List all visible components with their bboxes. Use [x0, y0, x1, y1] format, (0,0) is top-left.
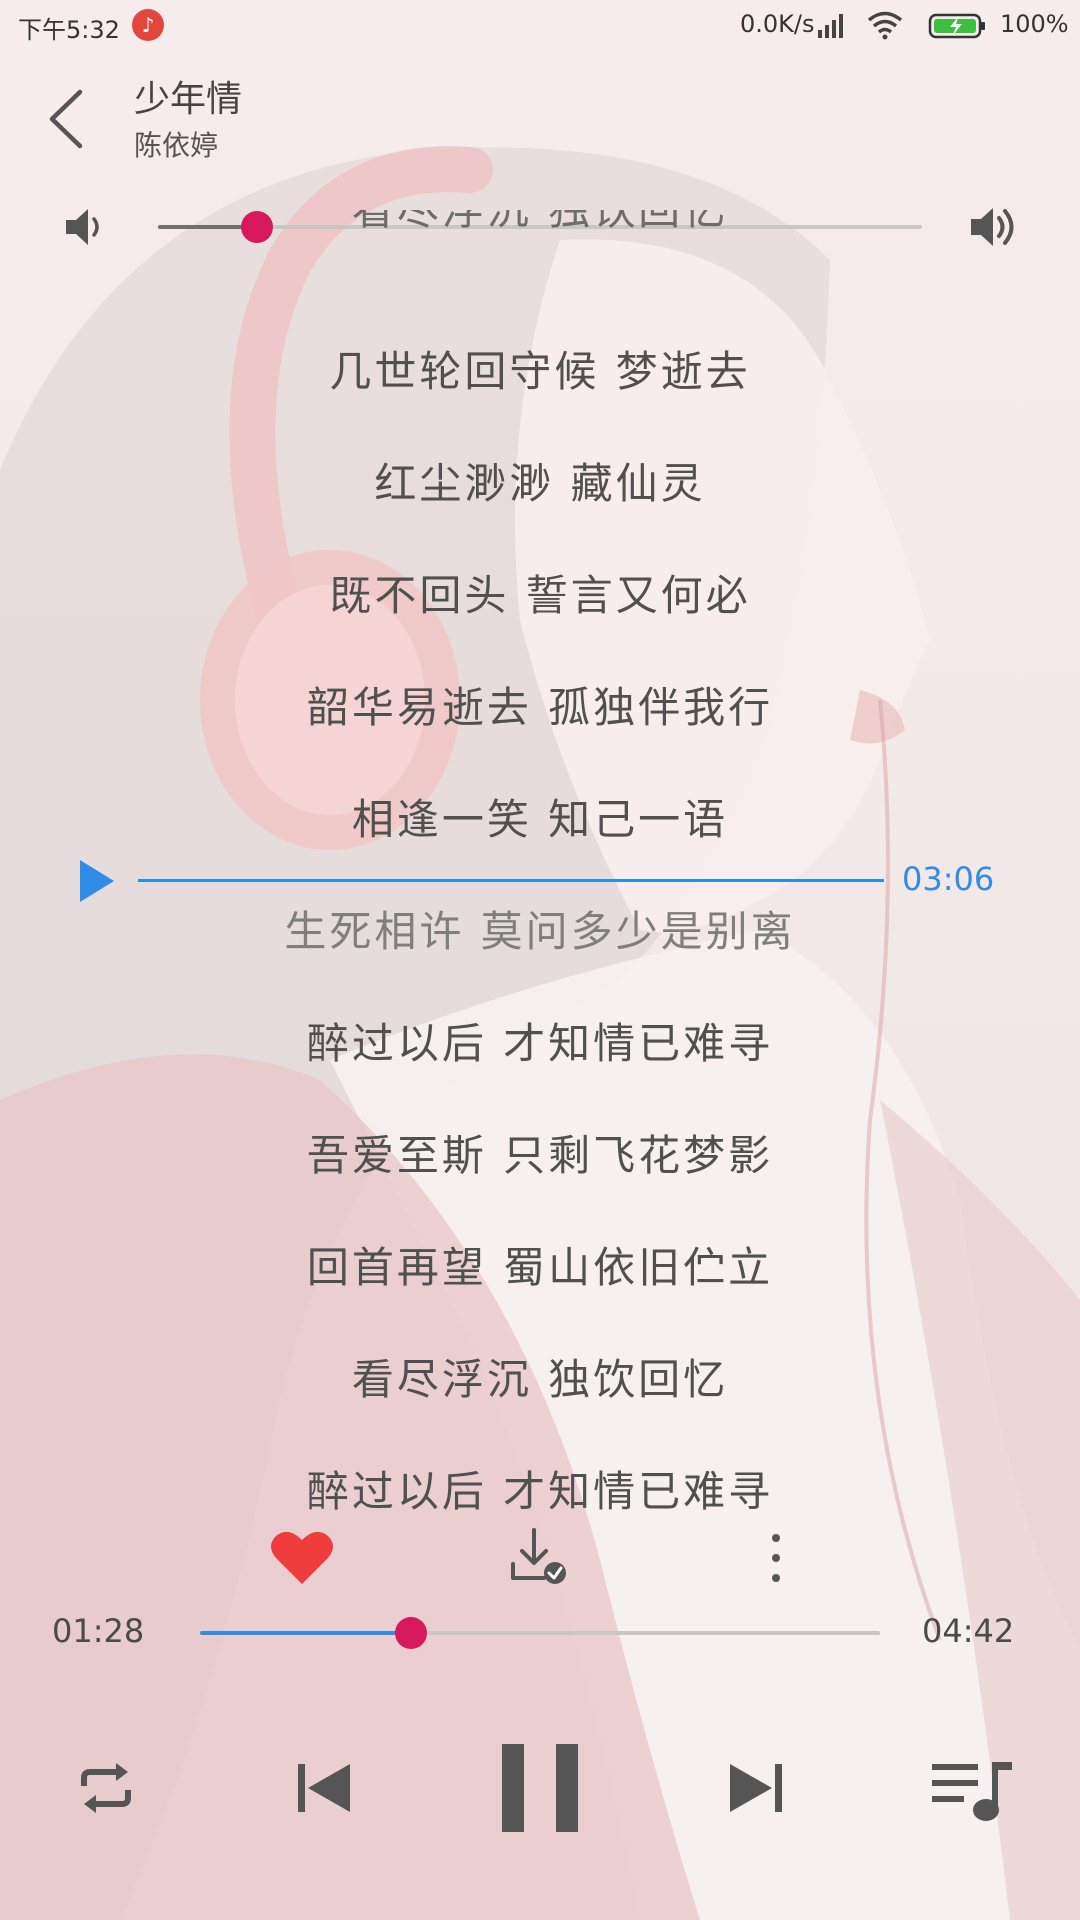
- play-icon[interactable]: [78, 858, 116, 904]
- skip-previous-icon[interactable]: [294, 1760, 354, 1816]
- lyric-line: 看尽浮沉 独饮回忆: [0, 210, 1080, 237]
- lyric-line: 相逢一笑 知己一语: [351, 795, 729, 844]
- lyric-line: 红尘渺渺 藏仙灵: [374, 459, 706, 508]
- player-screen: 下午5:32 ♪ 0.0K/s 100% 少年情 陈依婷 几世轮回守候 梦逝去 …: [0, 0, 1080, 1920]
- lyric-line: 醉过以后 才知情已难寻: [306, 1019, 774, 1068]
- repeat-icon[interactable]: [76, 1758, 136, 1818]
- song-artist: 陈依婷: [134, 129, 219, 162]
- back-arrow-icon[interactable]: [44, 86, 88, 152]
- elapsed-time: 01:28: [52, 1612, 145, 1650]
- status-time: 下午5:32: [18, 16, 120, 44]
- music-note-icon: ♪: [132, 9, 164, 41]
- status-bar: 下午5:32 ♪ 0.0K/s 100%: [0, 0, 1080, 52]
- playback-progress-bar[interactable]: [200, 1617, 880, 1649]
- lyric-line: 吾爱至斯 只剩飞花梦影: [306, 1131, 774, 1180]
- lyric-line: 韶华易逝去 孤独伴我行: [306, 683, 774, 732]
- lyric-line-current: 生死相许 莫问多少是别离: [284, 907, 796, 956]
- lyric-seek-time: 03:06: [902, 860, 995, 898]
- skip-next-icon[interactable]: [726, 1760, 786, 1816]
- lyric-line: 几世轮回守候 梦逝去: [329, 347, 751, 396]
- song-title: 少年情: [134, 79, 243, 120]
- total-time: 04:42: [922, 1612, 1015, 1650]
- playback-progress-thumb[interactable]: [394, 1617, 427, 1649]
- lyric-line: 既不回头 誓言又何必: [329, 571, 751, 620]
- battery-percent: 100%: [1000, 10, 1069, 38]
- more-vertical-icon[interactable]: [764, 1532, 788, 1584]
- lyric-line: 回首再望 蜀山依旧伫立: [306, 1243, 774, 1292]
- lyric-line: 醉过以后 才知情已难寻: [306, 1467, 774, 1510]
- battery-charging-icon: [928, 13, 985, 39]
- heart-icon[interactable]: [270, 1528, 334, 1586]
- lyric-line: 看尽浮沉 独饮回忆: [351, 1355, 729, 1404]
- network-speed: 0.0K/s: [740, 10, 815, 38]
- pause-icon[interactable]: [500, 1742, 580, 1834]
- lyric-seek-line: [138, 879, 884, 882]
- signal-icon: [818, 14, 843, 38]
- playback-progress-fill: [200, 1631, 411, 1635]
- downloaded-icon[interactable]: [508, 1526, 570, 1588]
- playlist-icon[interactable]: [930, 1758, 1014, 1824]
- wifi-icon: [867, 11, 903, 40]
